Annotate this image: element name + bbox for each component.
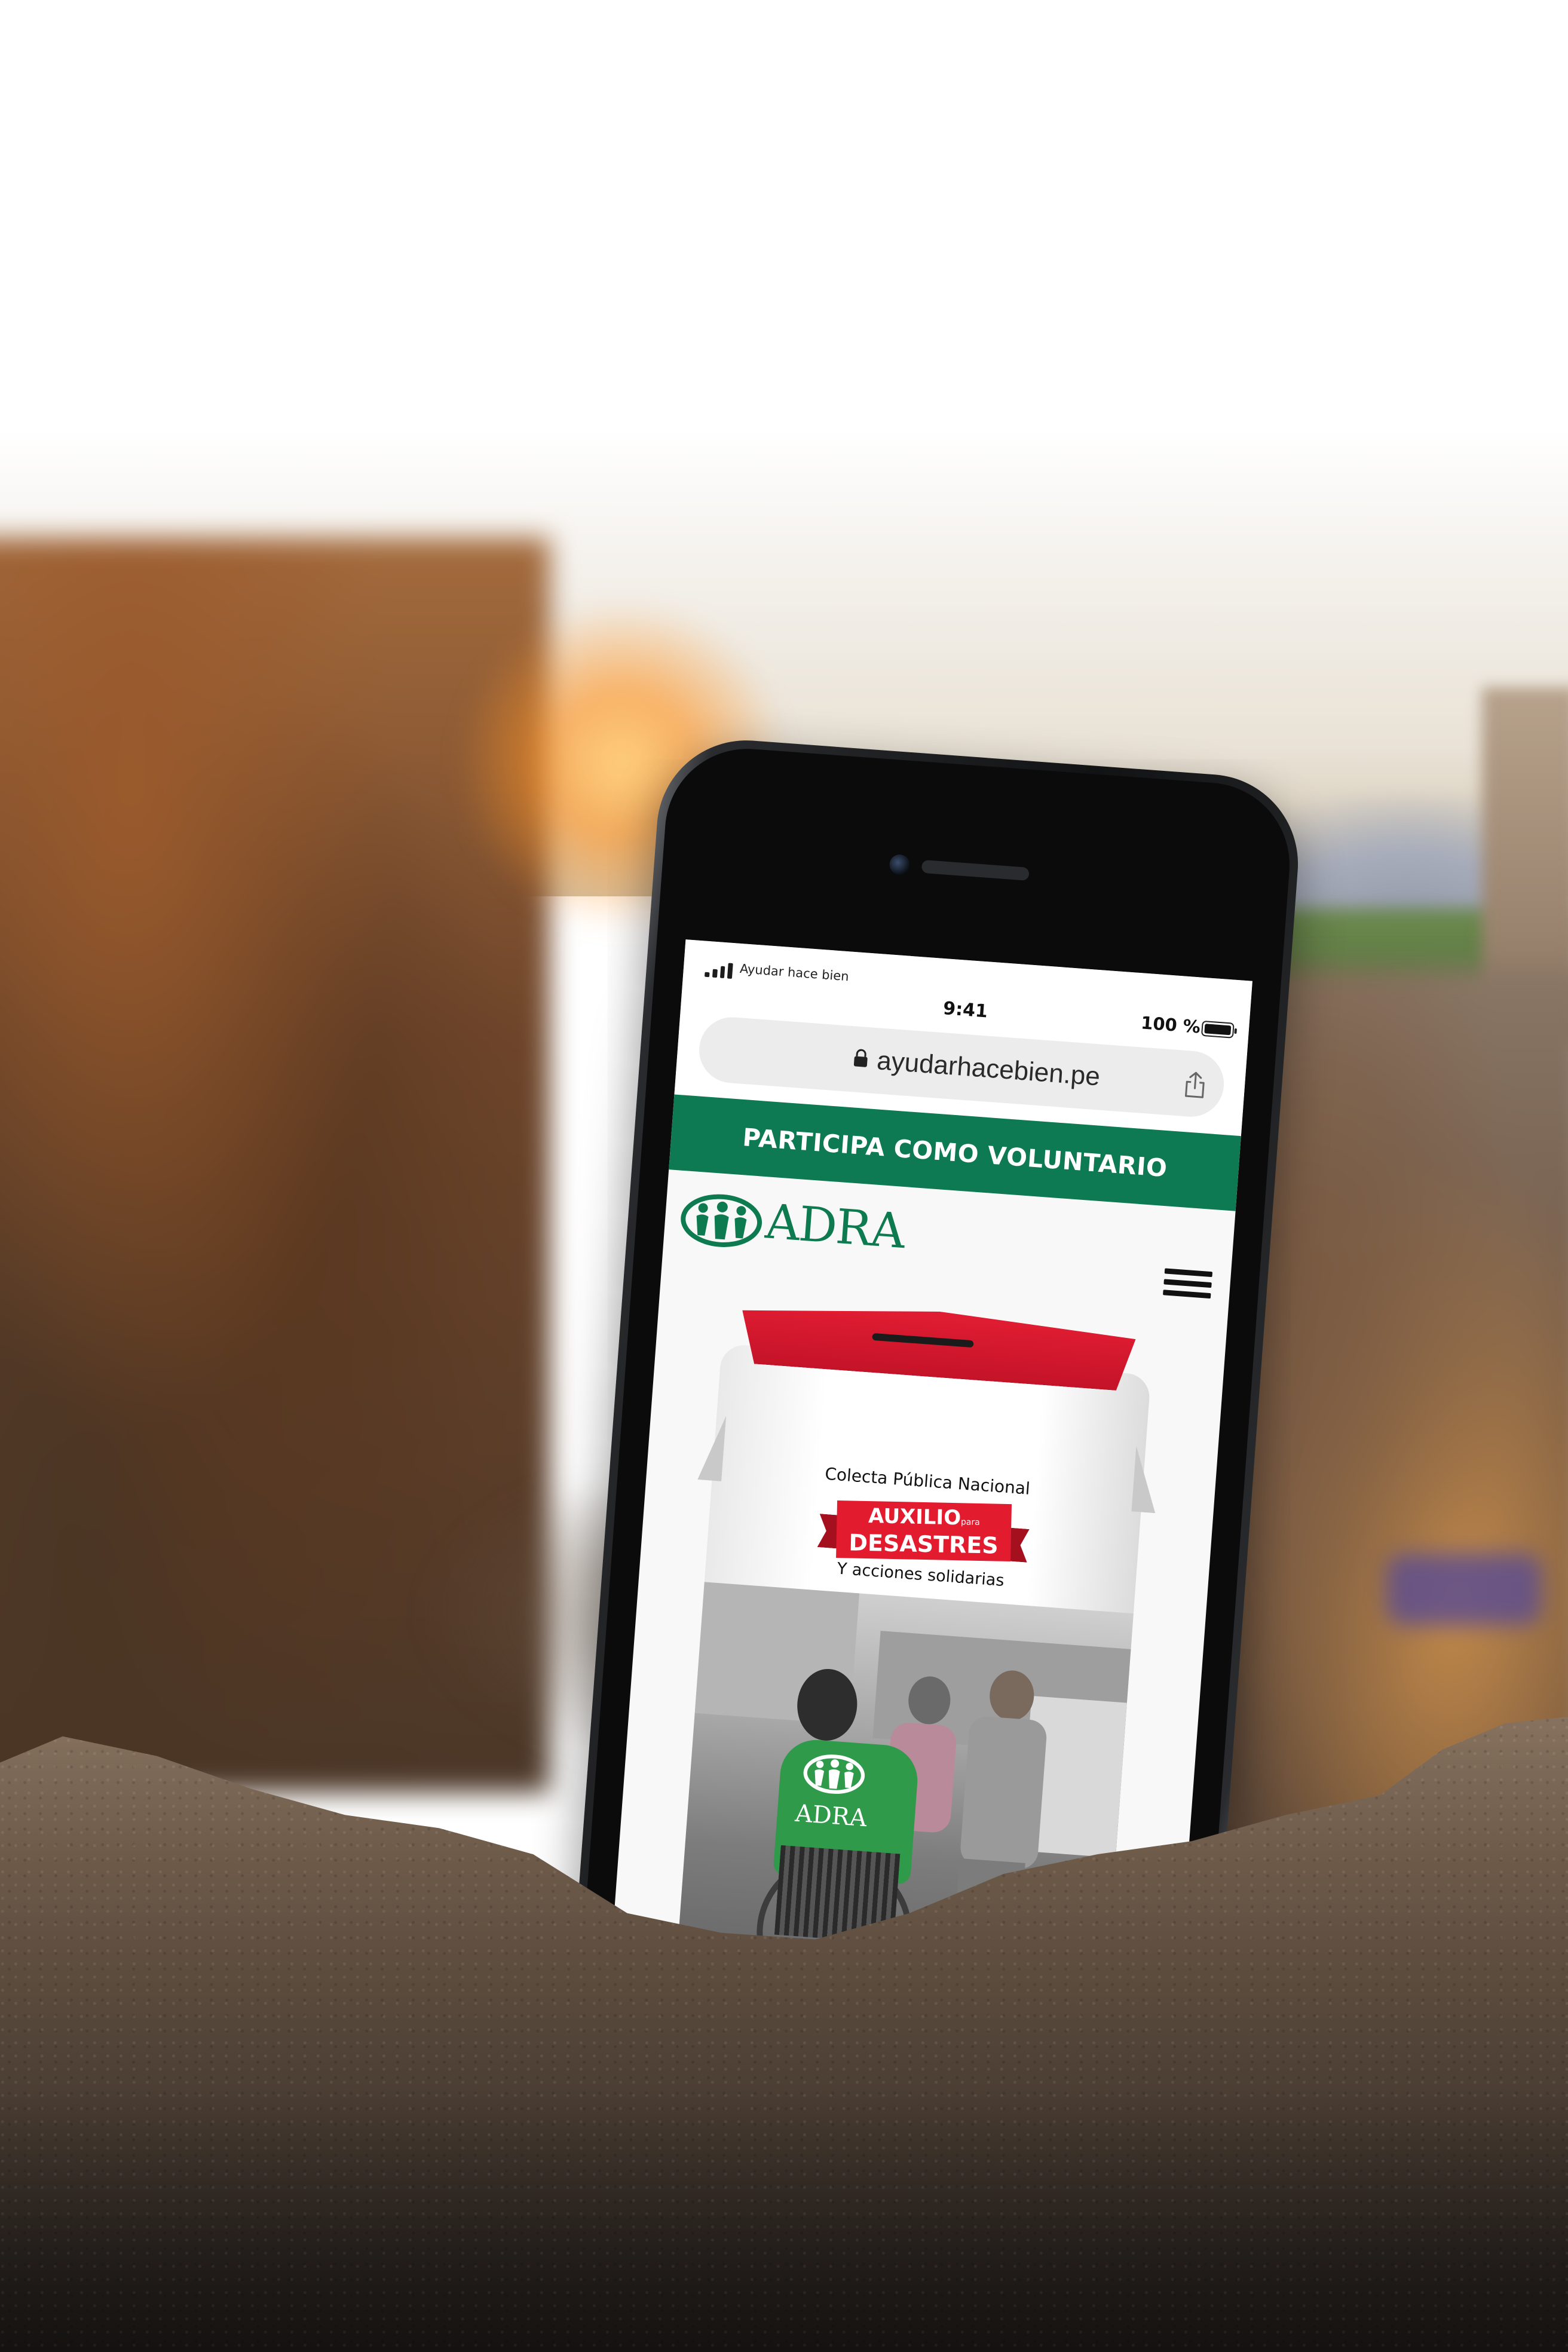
url-text: ayudarhacebien.pe (875, 1046, 1101, 1092)
carrier-name: Ayudar hace bien (739, 961, 850, 984)
ribbon-line-1: AUXILIOpara (868, 1503, 981, 1533)
vest-logo-icon (803, 1754, 865, 1794)
adra-logo-text[interactable]: ADRA (764, 1193, 906, 1259)
ribbon-band: AUXILIOpara DESASTRES (836, 1500, 1012, 1562)
ribbon-word-auxilio: AUXILIO (868, 1503, 961, 1530)
battery-percent: 100 % (1140, 1012, 1201, 1037)
photo-child-boy (959, 1715, 1048, 1870)
debris (1386, 1554, 1542, 1625)
signal-icon (704, 960, 733, 979)
vest-text: ADRA (794, 1799, 868, 1833)
soil-shadow (0, 2091, 1568, 2352)
volunteer-cta-label: PARTICIPA COMO VOLUNTARIO (742, 1123, 1168, 1183)
adra-logo-icon[interactable] (678, 1191, 765, 1251)
share-icon[interactable] (1182, 1070, 1208, 1100)
ribbon-word-desastres: DESASTRES (849, 1529, 999, 1559)
hamburger-menu-icon[interactable] (1162, 1268, 1213, 1305)
lock-icon (853, 1049, 868, 1067)
ribbon-word-para: para (960, 1517, 980, 1527)
battery-icon (1200, 1020, 1235, 1039)
